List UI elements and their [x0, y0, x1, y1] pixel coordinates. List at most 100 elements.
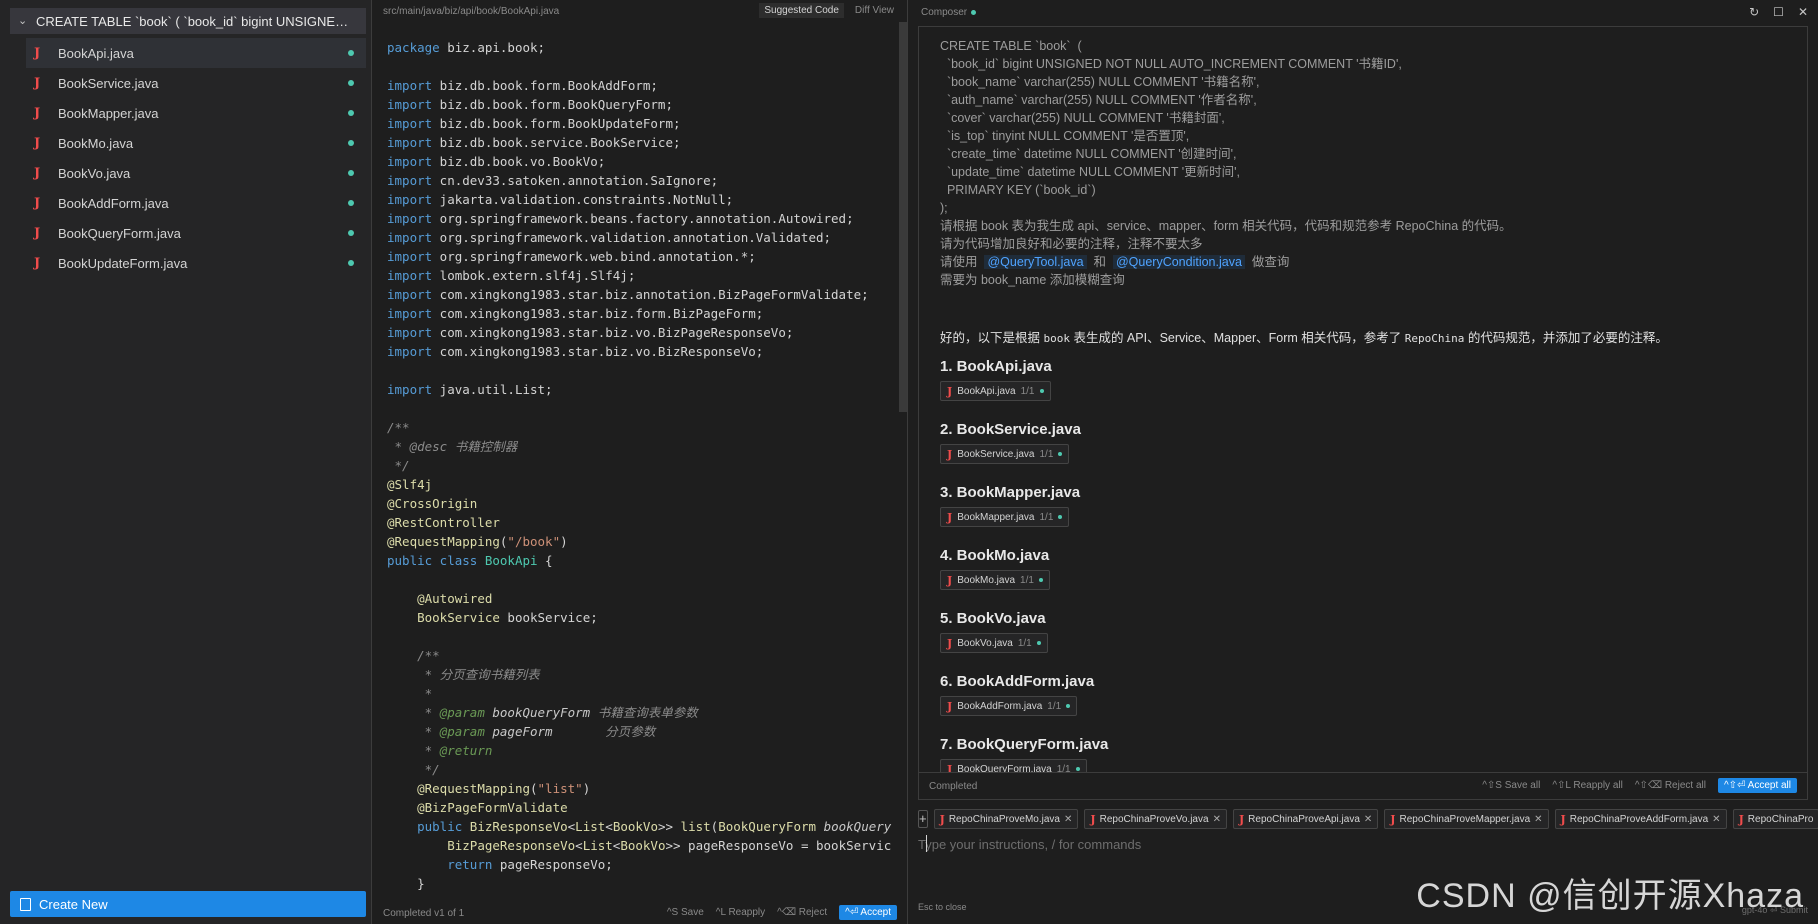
close-icon[interactable]: ✕ [1064, 814, 1072, 825]
esc-hint: Esc to close [918, 902, 967, 912]
file-item[interactable]: J BookVo.java [26, 158, 366, 188]
file-section: 2. BookService.java J BookService.java 1/1 [940, 420, 1081, 464]
modified-dot-icon [348, 170, 354, 176]
chip-count: 1/1 [1039, 448, 1054, 460]
file-section: 6. BookAddForm.java J BookAddForm.java 1/1 [940, 672, 1094, 716]
save-all-button[interactable]: ^⇧S Save all [1482, 780, 1540, 791]
mention-chip[interactable]: @QueryTool.java [984, 255, 1087, 269]
close-icon[interactable]: ✕ [1213, 814, 1221, 825]
save-button[interactable]: ^S Save [667, 907, 704, 918]
context-chip[interactable]: J RepoChinaProveMo.java ✕ [933, 809, 1079, 829]
mention-chip[interactable]: @QueryCondition.java [1112, 255, 1245, 269]
reapply-all-button[interactable]: ^⇧L Reapply all [1552, 780, 1623, 791]
close-icon[interactable]: ✕ [1534, 814, 1542, 825]
file-chip[interactable]: J BookMo.java 1/1 [940, 570, 1050, 590]
create-new-button[interactable]: Create New [10, 891, 366, 917]
java-file-icon: J [34, 165, 41, 181]
file-section: 4. BookMo.java J BookMo.java 1/1 [940, 546, 1050, 590]
file-item[interactable]: J BookAddForm.java [26, 188, 366, 218]
file-name: BookService.java [58, 75, 159, 91]
inline-code: RepoChina [1404, 332, 1465, 345]
java-file-icon: J [947, 384, 953, 398]
code-editor[interactable]: src/main/java/biz/api/book/BookApi.java … [373, 0, 908, 924]
editor-scrollbar[interactable] [899, 22, 907, 412]
java-file-icon: J [34, 105, 41, 121]
chip-name: BookVo.java [957, 637, 1013, 649]
status-dot-icon [1036, 641, 1041, 645]
section-heading: 7. BookQueryForm.java [940, 736, 1109, 753]
composer-status-bar: Completed ^⇧S Save all ^⇧L Reapply all ^… [918, 772, 1808, 800]
file-item[interactable]: J BookApi.java [26, 38, 366, 68]
context-chip[interactable]: J RepoChinaProveVo.java ✕ [1084, 809, 1227, 829]
file-chip[interactable]: J BookMapper.java 1/1 [940, 507, 1070, 527]
composer-panel: Composer ↻ ☐ ✕ CREATE TABLE `book` ( `bo… [909, 0, 1818, 924]
inline-code: book [1043, 332, 1070, 345]
chip-name: BookService.java [957, 448, 1035, 460]
java-file-icon: J [34, 225, 41, 241]
file-chip[interactable]: J BookApi.java 1/1 [940, 381, 1051, 401]
ai-reply: 好的，以下是根据 book 表生成的 API、Service、Mapper、Fo… [940, 327, 1668, 346]
chip-count: 1/1 [1020, 574, 1034, 586]
context-chip-name: RepoChinaProveVo.java [1099, 813, 1209, 825]
chip-name: BookAddForm.java [957, 700, 1043, 712]
code-content[interactable]: package biz.api.book; import biz.db.book… [387, 38, 891, 893]
chip-name: BookMapper.java [957, 511, 1035, 523]
modified-dot-icon [348, 80, 354, 86]
editor-header: src/main/java/biz/api/book/BookApi.java … [373, 0, 907, 22]
file-item[interactable]: J BookMapper.java [26, 98, 366, 128]
maximize-icon[interactable]: ☐ [1773, 5, 1784, 19]
reapply-button[interactable]: ^L Reapply [716, 907, 765, 918]
composer-group-header[interactable]: ⌄ CREATE TABLE `book` ( `book_id` bigint… [10, 8, 366, 34]
sidebar-panel: ⌄ CREATE TABLE `book` ( `book_id` bigint… [0, 0, 372, 924]
chevron-down-icon[interactable]: ⌄ [18, 16, 28, 27]
context-chip-name: RepoChinaProveMo.java [948, 813, 1060, 825]
file-item[interactable]: J BookQueryForm.java [26, 218, 366, 248]
context-chip[interactable]: J RepoChinaPro [1732, 809, 1818, 829]
java-file-icon: J [34, 135, 41, 151]
instruction-input[interactable] [918, 835, 1808, 853]
close-icon[interactable]: ✕ [1798, 5, 1808, 19]
reject-button[interactable]: ^⌫ Reject [777, 907, 827, 918]
java-file-icon: J [34, 75, 41, 91]
composer-header: Composer ↻ ☐ ✕ [909, 0, 1818, 24]
chat-area[interactable]: CREATE TABLE `book` ( `book_id` bigint U… [918, 26, 1808, 796]
user-message: CREATE TABLE `book` ( `book_id` bigint U… [940, 37, 1512, 289]
file-name: BookApi.java [58, 45, 134, 61]
file-item[interactable]: J BookMo.java [26, 128, 366, 158]
file-name: BookVo.java [58, 165, 131, 181]
context-chip[interactable]: J RepoChinaProveApi.java ✕ [1232, 809, 1379, 829]
file-item[interactable]: J BookUpdateForm.java [26, 248, 366, 278]
file-path: src/main/java/biz/api/book/BookApi.java [383, 5, 560, 17]
tab-suggested-code[interactable]: Suggested Code [759, 3, 844, 18]
context-chip-name: RepoChinaProveApi.java [1248, 813, 1360, 825]
close-icon[interactable]: ✕ [1364, 814, 1372, 825]
watermark: CSDN @信创开源Xhaza [1416, 877, 1804, 915]
java-file-icon: J [1238, 812, 1245, 826]
reject-all-button[interactable]: ^⇧⌫ Reject all [1635, 780, 1706, 791]
status-dot-icon [1038, 578, 1043, 582]
accept-button[interactable]: ^⏎ Accept [839, 905, 897, 920]
user-message-text: CREATE TABLE `book` ( `book_id` bigint U… [940, 39, 1512, 251]
file-item[interactable]: J BookService.java [26, 68, 366, 98]
history-icon[interactable]: ↻ [1749, 5, 1759, 19]
status-dot-icon [1058, 452, 1063, 456]
chip-count: 1/1 [1039, 511, 1054, 523]
context-chip[interactable]: J RepoChinaProveAddForm.java ✕ [1554, 809, 1727, 829]
modified-dot-icon [348, 50, 354, 56]
status-dot-icon [971, 9, 977, 15]
section-heading: 3. BookMapper.java [940, 484, 1081, 501]
file-chip[interactable]: J BookService.java 1/1 [940, 444, 1070, 464]
java-file-icon: J [947, 573, 953, 587]
java-file-icon: J [1560, 812, 1566, 826]
add-context-button[interactable]: + [918, 810, 928, 828]
file-name: BookMapper.java [58, 105, 159, 121]
file-chip[interactable]: J BookVo.java 1/1 [940, 633, 1048, 653]
editor-footer: Completed v1 of 1 ^S Save ^L Reapply ^⌫ … [373, 902, 907, 924]
accept-all-button[interactable]: ^⇧⏎ Accept all [1717, 778, 1797, 793]
close-icon[interactable]: ✕ [1712, 814, 1720, 825]
context-chip[interactable]: J RepoChinaProveMapper.java ✕ [1384, 809, 1549, 829]
tab-diff-view[interactable]: Diff View [850, 3, 899, 18]
file-chip[interactable]: J BookAddForm.java 1/1 [940, 696, 1078, 716]
status-dot-icon [1066, 704, 1071, 708]
file-section: 1. BookApi.java J BookApi.java 1/1 [940, 357, 1052, 401]
